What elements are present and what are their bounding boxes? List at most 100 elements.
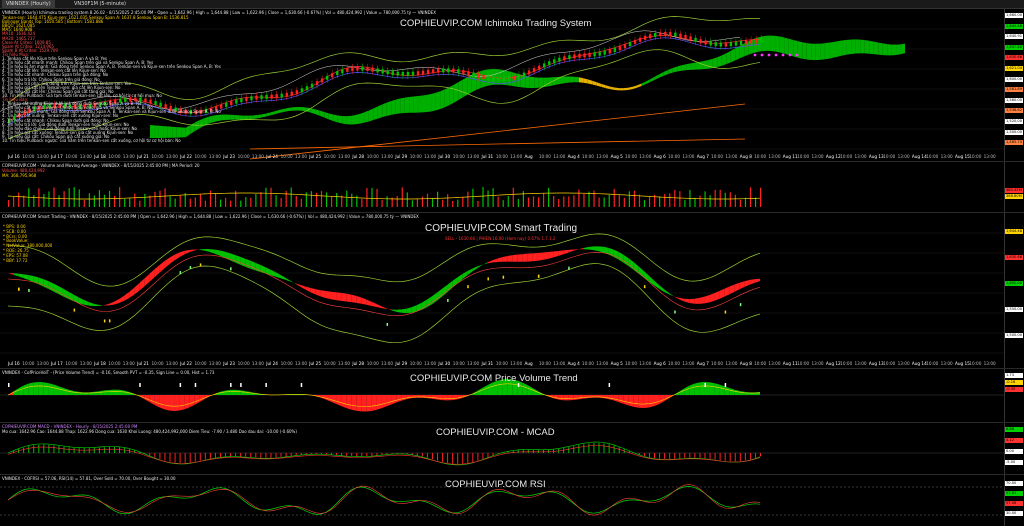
volume-bar xyxy=(522,191,524,207)
volume-bar xyxy=(760,187,762,207)
candle-body xyxy=(628,42,632,47)
candle-body xyxy=(542,63,546,68)
macd-histogram-bar xyxy=(73,447,75,453)
date-axis-label: Aug 7 xyxy=(696,154,709,159)
volume-axis[interactable] xyxy=(1004,162,1024,212)
ichimoku-cloud-segment xyxy=(279,108,285,113)
rsi-pane[interactable]: VNINDEX - COFRSI = 57.06, RSI(14) = 57.8… xyxy=(0,475,1024,526)
macd-histogram-bar xyxy=(588,443,590,453)
ichimoku-cloud-segment xyxy=(199,118,204,129)
macd-histogram-bar xyxy=(704,453,706,459)
smart-trading-band-segment xyxy=(598,246,604,253)
smart-trading-axis[interactable] xyxy=(1004,213,1024,368)
smart-trading-signal-arrow xyxy=(386,322,389,326)
volume-bar xyxy=(13,196,15,207)
smart-trading-band-segment xyxy=(250,260,256,271)
volume-chart[interactable] xyxy=(0,162,1004,212)
volume-bar xyxy=(553,196,555,207)
ichimoku-cloud-segment xyxy=(364,110,369,123)
date-axis-label: Aug 7 xyxy=(696,361,709,366)
volume-bar xyxy=(88,193,90,207)
smart-trading-band-segment xyxy=(482,262,488,266)
pvt-area-segment xyxy=(331,395,337,404)
macd-histogram-bar xyxy=(240,453,242,457)
ichimoku-cloud-segment xyxy=(851,39,856,54)
volume-bar xyxy=(436,191,439,207)
macd-histogram-bar xyxy=(719,453,721,461)
ichimoku-cloud-segment xyxy=(677,65,682,72)
ichimoku-cloud-segment xyxy=(453,82,459,103)
volume-pane[interactable]: COPHIEUVIP.COM - Volume and Moving Avera… xyxy=(0,162,1024,213)
ichimoku-pane[interactable]: VNINDEX (Hourly) Ichimoku trading system… xyxy=(0,9,1024,162)
pvt-area-segment xyxy=(38,381,44,395)
macd-histogram-bar xyxy=(643,453,645,457)
volume-bar xyxy=(497,196,499,207)
date-axis-label: 10:00 xyxy=(668,361,681,366)
pvt-pane[interactable]: VNINDEX - CofPriceVolT - (Price Volume T… xyxy=(0,369,1024,423)
ichimoku-cloud-segment xyxy=(315,109,320,116)
macd-histogram-bar xyxy=(744,453,746,461)
date-axis-label: 10:00 xyxy=(22,154,35,159)
smart-trading-band-segment xyxy=(527,253,533,262)
candle-body xyxy=(684,34,687,39)
tab-vn30f1m-5min[interactable]: VN30F1M (5-minute) xyxy=(70,0,130,8)
ichimoku-cloud-segment xyxy=(377,104,383,119)
candle-body xyxy=(593,52,596,57)
candle-body xyxy=(336,71,339,76)
volume-bar xyxy=(159,190,161,207)
ichimoku-cloud-segment xyxy=(221,114,226,121)
volume-ma-line xyxy=(7,192,761,200)
macd-histogram-bar xyxy=(694,453,696,458)
ichimoku-cloud-segment xyxy=(837,40,843,57)
volume-bar xyxy=(204,200,207,207)
volume-bar xyxy=(310,191,313,207)
pvt-area-segment xyxy=(416,395,422,398)
candle-body xyxy=(275,94,278,99)
macd-histogram-bar xyxy=(225,453,227,457)
volume-bar xyxy=(537,197,540,207)
tab-vnindex-hourly[interactable]: VNINDEX (Hourly) xyxy=(2,0,55,8)
macd-histogram-bar xyxy=(179,453,181,463)
macd-histogram-bar xyxy=(245,453,247,457)
candle-body xyxy=(623,44,627,49)
pvt-area-segment xyxy=(376,395,382,410)
pvt-area-segment xyxy=(356,395,362,412)
ichimoku-cloud-segment xyxy=(605,85,611,90)
ichimoku-cloud-segment xyxy=(391,99,396,115)
date-axis-label: 10:00 xyxy=(969,154,982,159)
candle-body xyxy=(724,42,728,47)
pvt-area-segment xyxy=(98,390,104,395)
pvt-area-segment xyxy=(699,381,705,395)
date-axis-label: 10:00 xyxy=(581,361,594,366)
ichimoku-cloud-segment xyxy=(284,107,289,112)
date-axis-label: Jul 30 xyxy=(438,154,451,159)
macd-histogram-bar xyxy=(93,447,95,453)
ichimoku-cloud-segment xyxy=(409,96,414,113)
volume-bar xyxy=(371,188,373,207)
volume-bar xyxy=(300,198,302,207)
macd-histogram-bar xyxy=(265,453,267,458)
smart-trading-band-segment xyxy=(734,282,740,292)
volume-bar xyxy=(154,191,156,207)
date-axis-label: Jul 16 xyxy=(8,154,20,159)
date-axis-label: 13:00 xyxy=(983,361,996,366)
date-axis-label: 13:00 xyxy=(424,154,437,159)
macd-histogram-bar xyxy=(43,444,45,453)
candle-body xyxy=(230,101,233,106)
ichimoku-cloud-segment xyxy=(726,50,731,65)
volume-bar xyxy=(134,193,136,207)
ichimoku-cloud-segment xyxy=(351,115,356,125)
macd-histogram-bar xyxy=(739,453,741,462)
smart-trading-signal-line xyxy=(7,251,761,317)
date-axis-label: Jul 23 xyxy=(223,361,235,366)
date-axis-label: 10:00 xyxy=(883,361,896,366)
candle-body xyxy=(391,71,394,76)
macd-pane[interactable]: COPHIEUVIP.COM MACD - VNINDEX - Hourly -… xyxy=(0,423,1024,475)
date-axis-label: 10:00 xyxy=(754,154,767,159)
smart-trading-pane[interactable]: COPHIEUVIP.COM Smart Trading - VNINDEX -… xyxy=(0,213,1024,369)
pvt-area-segment xyxy=(426,395,432,399)
date-axis-label: 13:00 xyxy=(467,361,480,366)
candle-body xyxy=(462,70,465,75)
ichimoku-cloud-segment xyxy=(181,127,186,138)
ichimoku-price-axis[interactable] xyxy=(1004,9,1024,161)
